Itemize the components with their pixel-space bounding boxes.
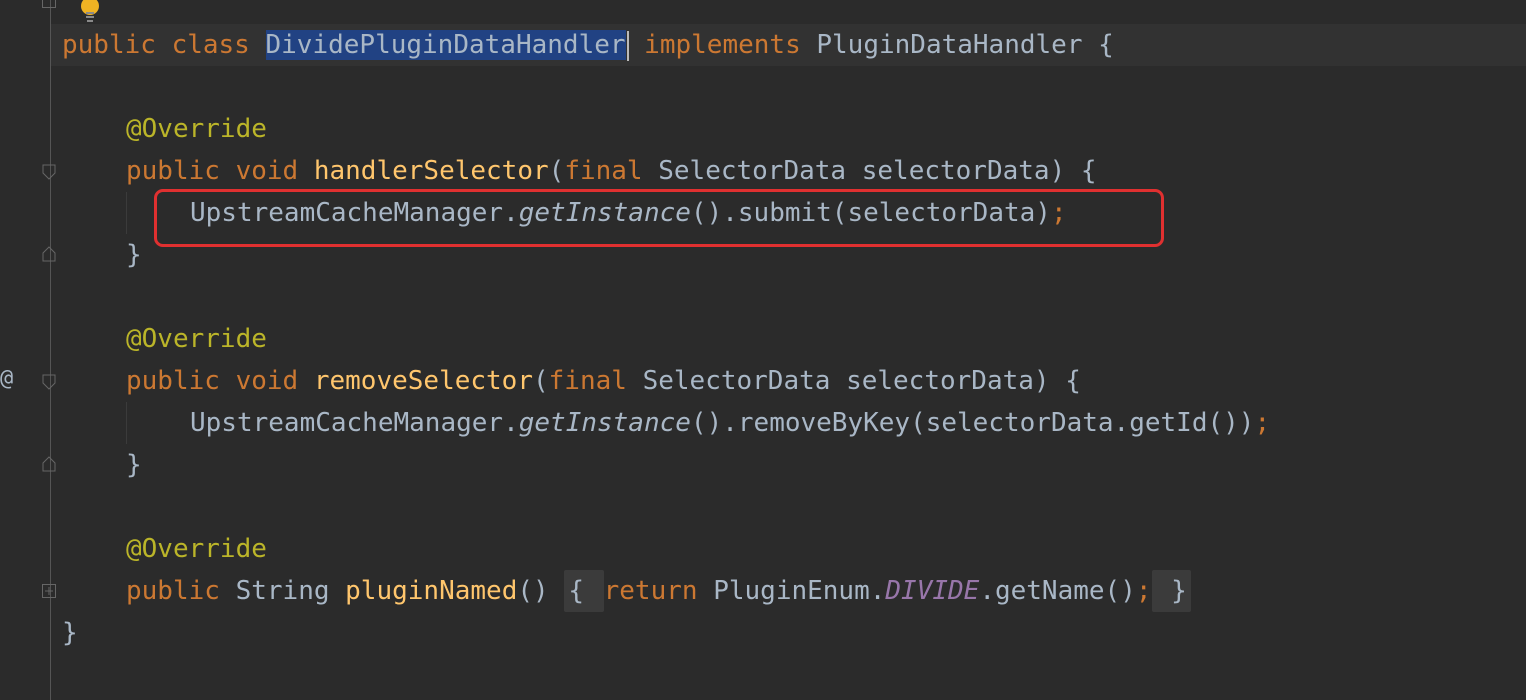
- code-token: }: [1151, 570, 1191, 612]
- code-token: (: [548, 156, 565, 186]
- code-token: @Override: [126, 324, 267, 354]
- fold-icon[interactable]: [42, 246, 56, 262]
- code-token: pluginNamed: [345, 576, 518, 606]
- code-token: public: [126, 576, 236, 606]
- fold-icon[interactable]: [42, 0, 56, 8]
- code-token: PluginEnum.: [713, 576, 886, 606]
- code-token: public class: [62, 30, 266, 60]
- code-token: getInstance: [518, 408, 691, 438]
- code-token: public void: [126, 156, 314, 186]
- code-editor[interactable]: @ public class DividePluginDataHandler i…: [0, 0, 1526, 700]
- fold-icon[interactable]: [42, 456, 56, 472]
- code-token: (): [517, 576, 565, 606]
- code-line[interactable]: }: [126, 234, 142, 276]
- code-token: ;: [1135, 576, 1152, 606]
- code-line[interactable]: @Override: [126, 108, 267, 150]
- code-token: {: [564, 570, 604, 612]
- code-token: ;: [1254, 408, 1271, 438]
- code-token: (: [533, 366, 549, 396]
- fold-icon[interactable]: [42, 584, 56, 598]
- code-token: PluginDataHandler {: [816, 30, 1114, 60]
- code-token: .getName(): [979, 576, 1136, 606]
- code-line[interactable]: public String pluginNamed() { return Plu…: [126, 570, 1191, 612]
- code-token: ().removeByKey(selectorData.getId()): [690, 408, 1255, 438]
- code-token: DIVIDE: [885, 576, 980, 606]
- code-token: SelectorData selectorData) {: [642, 366, 1081, 396]
- code-token: SelectorData selectorData) {: [658, 156, 1097, 186]
- fold-icon[interactable]: [42, 164, 56, 180]
- indent-guide: [126, 402, 127, 444]
- code-line[interactable]: @Override: [126, 528, 267, 570]
- code-token: public void: [126, 366, 314, 396]
- code-line[interactable]: }: [62, 612, 78, 654]
- lightbulb-icon[interactable]: [78, 0, 102, 24]
- indent-guide: [126, 192, 127, 234]
- code-token: implements: [628, 30, 817, 60]
- code-token: String: [235, 576, 346, 606]
- code-token: removeSelector: [313, 366, 533, 396]
- code-token: }: [126, 240, 142, 270]
- code-token: return: [603, 576, 714, 606]
- code-token: handlerSelector: [313, 156, 549, 186]
- code-token: final: [564, 156, 659, 186]
- fold-icon[interactable]: [42, 374, 56, 390]
- code-line[interactable]: }: [126, 444, 142, 486]
- implements-marker-icon[interactable]: @: [0, 366, 13, 391]
- code-token: final: [548, 366, 643, 396]
- highlight-annotation-box: [154, 189, 1164, 247]
- code-token: @Override: [126, 534, 267, 564]
- code-line[interactable]: public void removeSelector(final Selecto…: [126, 360, 1081, 402]
- code-token: UpstreamCacheManager.: [190, 408, 519, 438]
- code-token: @Override: [126, 114, 267, 144]
- code-token: }: [62, 618, 78, 648]
- code-line[interactable]: UpstreamCacheManager.getInstance().remov…: [190, 402, 1270, 444]
- code-line[interactable]: public void handlerSelector(final Select…: [126, 150, 1097, 192]
- code-token: DividePluginDataHandler: [265, 30, 626, 60]
- code-line[interactable]: public class DividePluginDataHandler imp…: [62, 24, 1114, 66]
- code-token: }: [126, 450, 142, 480]
- code-line[interactable]: @Override: [126, 318, 267, 360]
